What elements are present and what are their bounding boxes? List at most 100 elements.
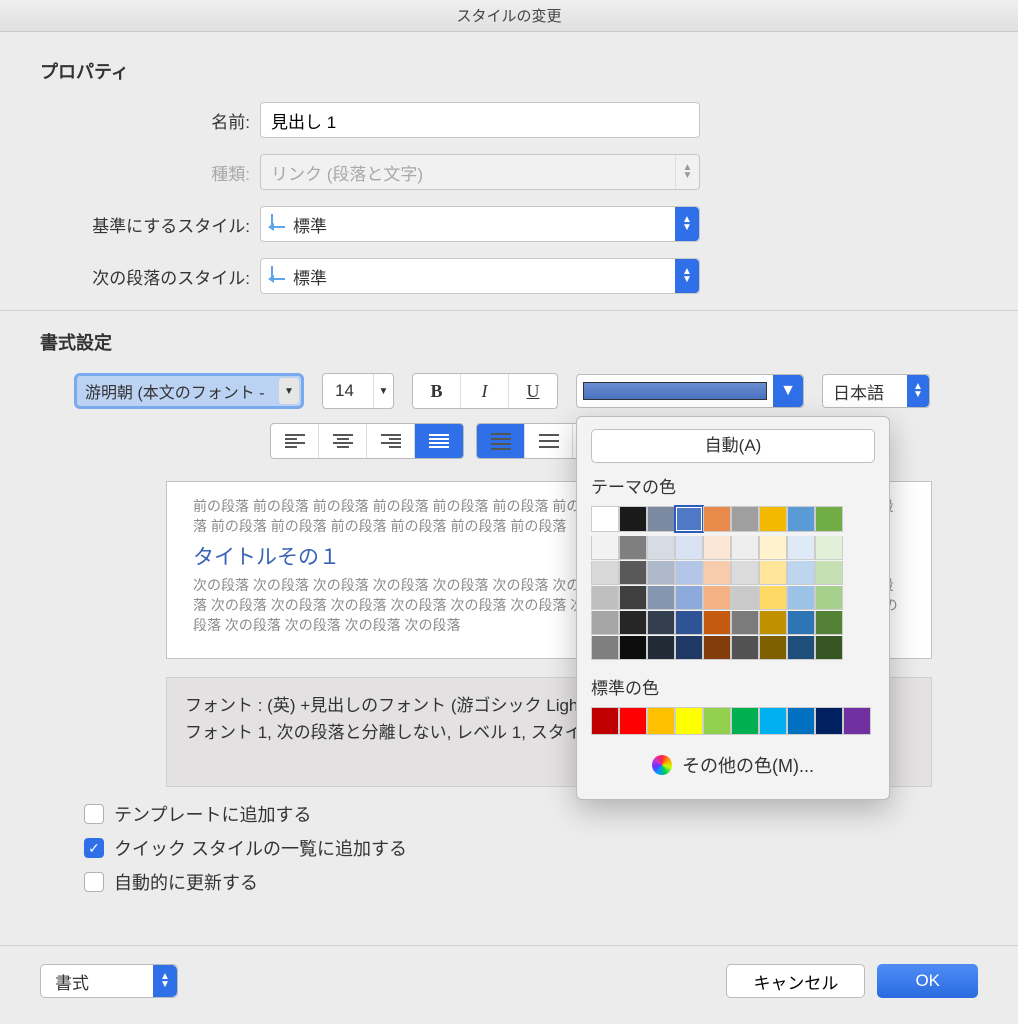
theme-shade-swatch[interactable] bbox=[759, 611, 787, 635]
theme-shade-swatch[interactable] bbox=[787, 586, 815, 610]
theme-shade-swatch[interactable] bbox=[703, 536, 731, 560]
theme-shade-swatch[interactable] bbox=[731, 611, 759, 635]
theme-shade-swatch[interactable] bbox=[759, 636, 787, 660]
standard-color-swatch[interactable] bbox=[703, 707, 731, 735]
align-center-button[interactable] bbox=[319, 424, 367, 458]
theme-shade-swatch[interactable] bbox=[731, 586, 759, 610]
theme-color-swatch[interactable] bbox=[787, 506, 815, 532]
theme-shade-swatch[interactable] bbox=[787, 536, 815, 560]
standard-color-swatch[interactable] bbox=[675, 707, 703, 735]
style-name-input[interactable] bbox=[260, 102, 700, 138]
font-size-combo[interactable]: 14 ▼ bbox=[322, 373, 394, 409]
color-picker-popup: 自動(A) テーマの色 標準の色 その他の色(M)... bbox=[576, 416, 890, 800]
theme-shade-swatch[interactable] bbox=[591, 586, 619, 610]
theme-shade-swatch[interactable] bbox=[675, 611, 703, 635]
base-style-combo[interactable]: 標準 ▲▼ bbox=[260, 206, 700, 242]
standard-color-swatch[interactable] bbox=[647, 707, 675, 735]
theme-color-swatch[interactable] bbox=[703, 506, 731, 532]
font-color-combo[interactable]: ▼ bbox=[576, 374, 804, 408]
theme-shade-swatch[interactable] bbox=[675, 561, 703, 585]
theme-shade-swatch[interactable] bbox=[647, 536, 675, 560]
theme-shade-swatch[interactable] bbox=[619, 586, 647, 610]
paragraph-mark-icon bbox=[271, 214, 285, 228]
theme-shade-swatch[interactable] bbox=[703, 636, 731, 660]
standard-color-swatch[interactable] bbox=[619, 707, 647, 735]
add-to-template-label: テンプレートに追加する bbox=[114, 801, 311, 827]
align-left-button[interactable] bbox=[271, 424, 319, 458]
standard-color-swatch[interactable] bbox=[591, 707, 619, 735]
theme-shade-swatch[interactable] bbox=[619, 636, 647, 660]
more-colors-button[interactable]: その他の色(M)... bbox=[591, 747, 875, 783]
window-titlebar: スタイルの変更 bbox=[0, 0, 1018, 32]
auto-update-checkbox[interactable] bbox=[84, 872, 104, 892]
theme-shade-swatch[interactable] bbox=[647, 611, 675, 635]
theme-color-swatch[interactable] bbox=[591, 506, 619, 532]
theme-shade-swatch[interactable] bbox=[787, 561, 815, 585]
theme-shade-swatch[interactable] bbox=[731, 561, 759, 585]
theme-color-swatch[interactable] bbox=[815, 506, 843, 532]
add-to-quickstyle-checkbox[interactable]: ✓ bbox=[84, 838, 104, 858]
theme-shade-swatch[interactable] bbox=[703, 611, 731, 635]
color-wheel-icon bbox=[652, 755, 672, 775]
color-swatch bbox=[583, 382, 767, 400]
theme-shade-swatch[interactable] bbox=[591, 561, 619, 585]
theme-color-swatch[interactable] bbox=[759, 506, 787, 532]
standard-color-swatch[interactable] bbox=[731, 707, 759, 735]
ok-button[interactable]: OK bbox=[877, 964, 978, 998]
bold-button[interactable]: B bbox=[413, 374, 461, 408]
standard-color-swatch[interactable] bbox=[787, 707, 815, 735]
font-family-combo[interactable]: 游明朝 (本文のフォント - ▼ bbox=[74, 373, 304, 409]
theme-shade-swatch[interactable] bbox=[703, 561, 731, 585]
theme-shade-swatch[interactable] bbox=[675, 586, 703, 610]
standard-color-swatch[interactable] bbox=[815, 707, 843, 735]
theme-shade-swatch[interactable] bbox=[647, 586, 675, 610]
align-right-button[interactable] bbox=[367, 424, 415, 458]
cancel-button[interactable]: キャンセル bbox=[726, 964, 865, 998]
standard-color-swatch[interactable] bbox=[759, 707, 787, 735]
add-to-template-checkbox[interactable] bbox=[84, 804, 104, 824]
window-title: スタイルの変更 bbox=[456, 5, 561, 26]
updown-icon: ▲▼ bbox=[907, 375, 929, 407]
theme-shade-swatch[interactable] bbox=[787, 611, 815, 635]
standard-colors-label: 標準の色 bbox=[591, 674, 875, 699]
theme-shade-swatch[interactable] bbox=[759, 586, 787, 610]
theme-color-swatch[interactable] bbox=[675, 506, 703, 532]
theme-shade-swatch[interactable] bbox=[787, 636, 815, 660]
theme-shade-swatch[interactable] bbox=[731, 536, 759, 560]
theme-shade-swatch[interactable] bbox=[759, 561, 787, 585]
theme-shade-swatch[interactable] bbox=[591, 611, 619, 635]
theme-shade-swatch[interactable] bbox=[815, 611, 843, 635]
theme-shade-swatch[interactable] bbox=[675, 536, 703, 560]
paragraph-mark-icon bbox=[271, 266, 285, 280]
theme-color-swatch[interactable] bbox=[647, 506, 675, 532]
theme-shade-swatch[interactable] bbox=[647, 636, 675, 660]
theme-shade-swatch[interactable] bbox=[675, 636, 703, 660]
standard-color-swatch[interactable] bbox=[843, 707, 871, 735]
theme-shade-swatch[interactable] bbox=[815, 586, 843, 610]
theme-shade-swatch[interactable] bbox=[731, 636, 759, 660]
theme-shade-swatch[interactable] bbox=[591, 536, 619, 560]
theme-shade-swatch[interactable] bbox=[619, 536, 647, 560]
line-spacing-tight-button[interactable] bbox=[477, 424, 525, 458]
underline-button[interactable]: U bbox=[509, 374, 557, 408]
theme-shade-swatch[interactable] bbox=[815, 561, 843, 585]
line-spacing-medium-button[interactable] bbox=[525, 424, 573, 458]
theme-color-swatch[interactable] bbox=[731, 506, 759, 532]
format-menu-button[interactable]: 書式 ▲▼ bbox=[40, 964, 178, 998]
theme-shade-swatch[interactable] bbox=[815, 536, 843, 560]
theme-shade-swatch[interactable] bbox=[619, 561, 647, 585]
language-combo[interactable]: 日本語 ▲▼ bbox=[822, 374, 930, 408]
theme-color-swatch[interactable] bbox=[619, 506, 647, 532]
text-style-group: B I U bbox=[412, 373, 558, 409]
theme-shade-swatch[interactable] bbox=[619, 611, 647, 635]
theme-shade-swatch[interactable] bbox=[759, 536, 787, 560]
theme-shade-swatch[interactable] bbox=[815, 636, 843, 660]
theme-shade-swatch[interactable] bbox=[703, 586, 731, 610]
next-style-combo[interactable]: 標準 ▲▼ bbox=[260, 258, 700, 294]
style-type-combo: リンク (段落と文字) ▲▼ bbox=[260, 154, 700, 190]
theme-shade-swatch[interactable] bbox=[591, 636, 619, 660]
align-justify-button[interactable] bbox=[415, 424, 463, 458]
theme-shade-swatch[interactable] bbox=[647, 561, 675, 585]
italic-button[interactable]: I bbox=[461, 374, 509, 408]
automatic-color-button[interactable]: 自動(A) bbox=[591, 429, 875, 463]
